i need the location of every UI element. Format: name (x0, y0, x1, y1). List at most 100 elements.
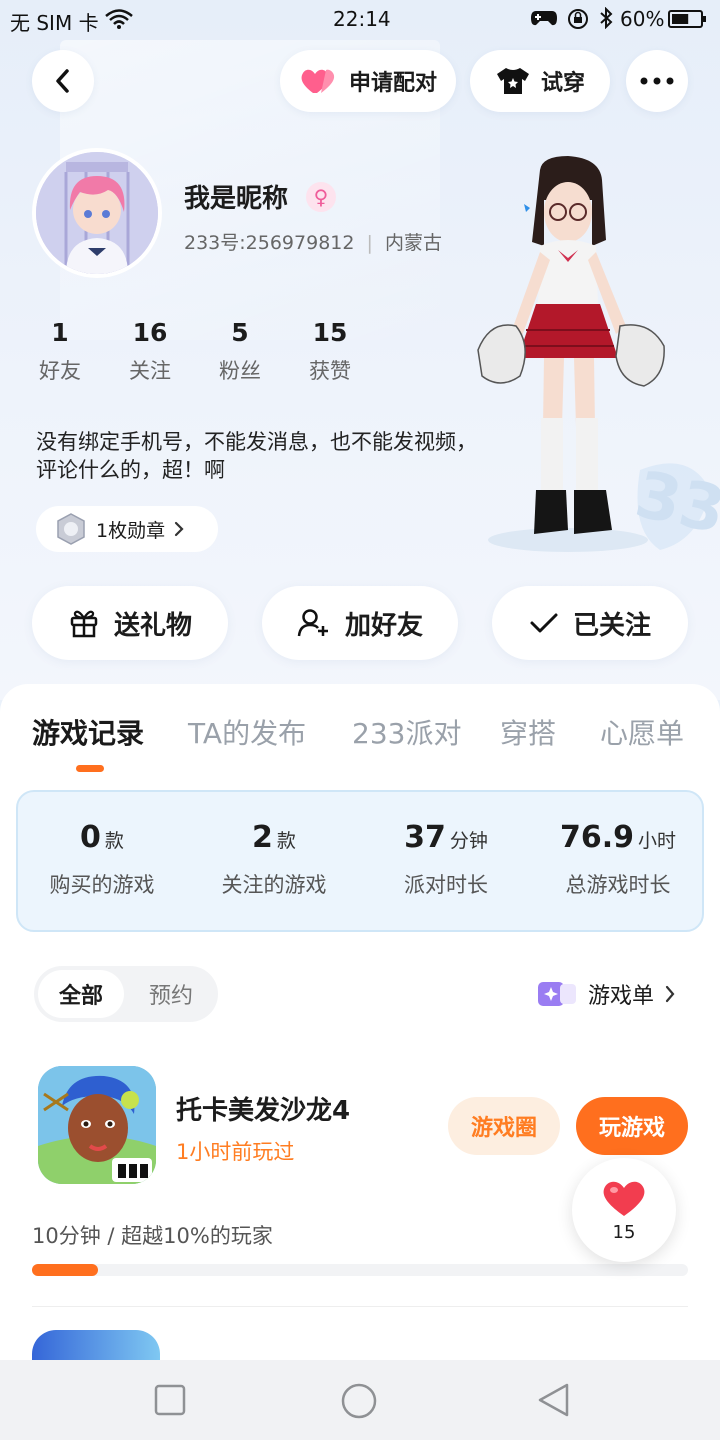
svg-text:33: 33 (629, 458, 720, 549)
progress-track (32, 1264, 688, 1276)
tab-indicator (76, 765, 104, 772)
carrier-text: 无 SIM 卡 (10, 11, 99, 35)
avatar-character-image (36, 152, 158, 274)
stat-label: 关注 (129, 359, 171, 383)
stat-value: 15 (312, 318, 348, 347)
game-icon[interactable] (38, 1066, 156, 1184)
stat-fans[interactable]: 5 粉丝 (200, 318, 280, 385)
tshirt-icon (496, 68, 529, 94)
add-friend-label: 加好友 (344, 610, 423, 641)
progress-fill (32, 1264, 98, 1276)
summary-unit: 款 (104, 830, 124, 852)
separator: | (366, 232, 373, 254)
avatar-3d-figure: 33 (477, 156, 720, 552)
summary-followed[interactable]: 2 款关注的游戏 (194, 820, 354, 899)
back-button[interactable] (32, 50, 94, 112)
sparkle-icon (538, 982, 576, 1006)
clock-text: 22:14 (333, 7, 391, 31)
followed-label: 已关注 (572, 610, 651, 641)
content-sheet (0, 684, 720, 1364)
battery-text: 60% (620, 7, 665, 31)
next-game-icon[interactable] (32, 1330, 160, 1360)
summary-value: 2 (252, 820, 273, 855)
filter-all[interactable]: 全部 (38, 970, 124, 1018)
back-arrow-icon (56, 69, 69, 93)
region: 内蒙古 (384, 232, 442, 254)
filter-reserve[interactable]: 预约 (128, 970, 214, 1018)
game-list-label: 游戏单 (588, 984, 655, 1009)
game-progress-text: 10分钟 / 超越10%的玩家 (32, 1224, 273, 1248)
stat-value: 16 (132, 318, 168, 347)
summary-unit: 小时 (638, 830, 677, 852)
divider (32, 1306, 688, 1307)
heart-match-icon (301, 69, 335, 93)
chevron-right-icon (665, 985, 675, 1003)
user-id: 233号:256979812 (184, 232, 355, 254)
like-count: 15 (612, 1221, 636, 1243)
summary-unit: 款 (276, 830, 296, 852)
stat-label: 好友 (39, 359, 81, 383)
avatar[interactable] (32, 148, 162, 278)
tab-outfits[interactable]: 穿搭 (500, 712, 556, 752)
request-match-label: 申请配对 (348, 71, 437, 96)
back-triangle-icon[interactable] (536, 1382, 572, 1418)
tab-game-records[interactable]: 游戏记录 (32, 712, 144, 752)
summary-label: 关注的游戏 (221, 873, 327, 897)
medal-button[interactable]: 1枚勋章 (36, 506, 218, 552)
nickname: 我是昵称 (184, 184, 289, 214)
system-nav-bar (0, 1360, 720, 1440)
stat-label: 获赞 (309, 359, 351, 383)
user-id-line: 233号:256979812 | 内蒙古 (184, 228, 442, 255)
bluetooth-icon (598, 6, 614, 34)
summary-value: 76.9 (559, 820, 634, 855)
stat-likes[interactable]: 15 获赞 (290, 318, 370, 385)
tab-wishlist[interactable]: 心愿单 (600, 712, 684, 752)
send-gift-button[interactable]: 送礼物 (32, 586, 228, 660)
battery-icon (668, 9, 708, 34)
try-on-button[interactable]: 试穿 (470, 50, 610, 112)
gamepad-icon (530, 8, 558, 33)
summary-label: 购买的游戏 (49, 873, 155, 897)
summary-value: 0 (80, 820, 101, 855)
summary-party-time[interactable]: 37 分钟 派对时长 (366, 820, 526, 899)
try-on-label: 试穿 (540, 71, 585, 96)
recent-apps-icon[interactable] (154, 1384, 186, 1416)
game-title[interactable]: 托卡美发沙龙4 (176, 1090, 350, 1127)
chevron-right-icon (174, 521, 184, 537)
add-user-icon (297, 609, 328, 637)
heart-icon (603, 1181, 645, 1216)
more-dots-icon (640, 77, 674, 85)
tab-party[interactable]: 233派对 (352, 712, 461, 752)
send-gift-label: 送礼物 (113, 610, 192, 641)
tab-posts[interactable]: TA的发布 (188, 712, 306, 752)
gender-female-icon: ♀ (306, 182, 336, 212)
game-art-image (38, 1066, 156, 1184)
summary-total-time[interactable]: 76.9 小时总游戏时长 (538, 820, 698, 899)
stat-value: 1 (51, 318, 69, 347)
summary-purchased[interactable]: 0 款购买的游戏 (22, 820, 182, 899)
stat-value: 5 (231, 318, 249, 347)
add-friend-button[interactable]: 加好友 (262, 586, 458, 660)
play-game-button[interactable]: 玩游戏 (576, 1097, 688, 1155)
more-button[interactable] (626, 50, 688, 112)
stat-following[interactable]: 16 关注 (110, 318, 190, 385)
followed-button[interactable]: 已关注 (492, 586, 688, 660)
summary-unit: 分钟 (449, 830, 488, 852)
rotation-lock-icon (566, 8, 590, 35)
checkmark-icon (530, 613, 558, 633)
gift-icon (70, 610, 98, 638)
stat-label: 粉丝 (219, 359, 261, 383)
home-icon[interactable] (340, 1382, 378, 1420)
stat-friends[interactable]: 1 好友 (20, 318, 100, 385)
medal-label: 1枚勋章 (96, 519, 166, 542)
request-match-button[interactable]: 申请配对 (280, 50, 456, 112)
game-circle-button[interactable]: 游戏圈 (448, 1097, 560, 1155)
like-button[interactable]: 15 (572, 1158, 676, 1262)
game-last-played: 1小时前玩过 (176, 1140, 295, 1164)
status-bar: 无 SIM 卡 22:14 60% (0, 0, 720, 38)
bio-text: 没有绑定手机号，不能发消息，也不能发视频，评论什么的，超！啊 (36, 430, 477, 482)
game-list-link[interactable]: 游戏单 (538, 978, 676, 1010)
medal-badge-icon (57, 513, 85, 545)
summary-label: 派对时长 (404, 873, 488, 897)
summary-label: 总游戏时长 (565, 873, 671, 897)
